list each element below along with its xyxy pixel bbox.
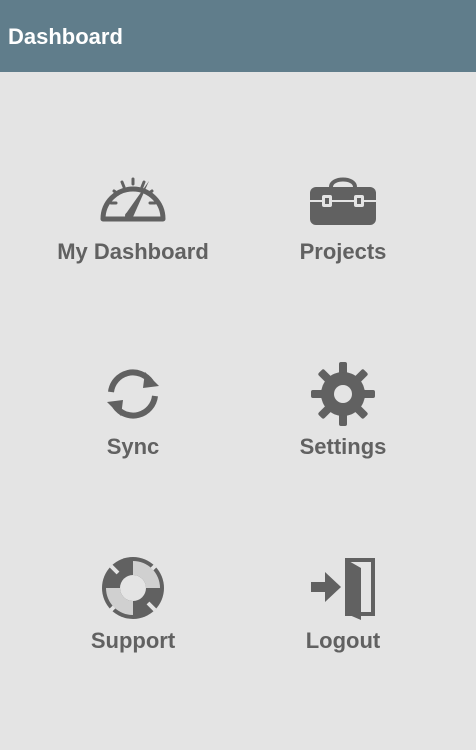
tile-label: Settings	[299, 434, 387, 459]
toolbox-icon	[307, 167, 379, 231]
logout-icon	[307, 556, 379, 620]
lifebuoy-icon	[97, 556, 169, 620]
gear-icon	[307, 362, 379, 426]
app-bar: Dashboard	[0, 0, 476, 72]
sync-icon	[97, 362, 169, 426]
tile-projects[interactable]: Projects	[224, 167, 462, 361]
dashboard-grid: My Dashboard Projects Sync Settings Supp…	[0, 72, 476, 750]
tile-label: My Dashboard	[57, 239, 209, 264]
tile-support[interactable]: Support	[14, 556, 252, 750]
tile-label: Support	[90, 628, 176, 653]
speedometer-icon	[97, 167, 169, 231]
tile-sync[interactable]: Sync	[14, 362, 252, 556]
tile-label: Sync	[106, 434, 160, 459]
tile-my-dashboard[interactable]: My Dashboard	[14, 167, 252, 361]
page-title: Dashboard	[8, 24, 123, 49]
tile-settings[interactable]: Settings	[224, 362, 462, 556]
tile-label: Projects	[299, 239, 387, 264]
tile-label: Logout	[305, 628, 381, 653]
tile-logout[interactable]: Logout	[224, 556, 462, 750]
